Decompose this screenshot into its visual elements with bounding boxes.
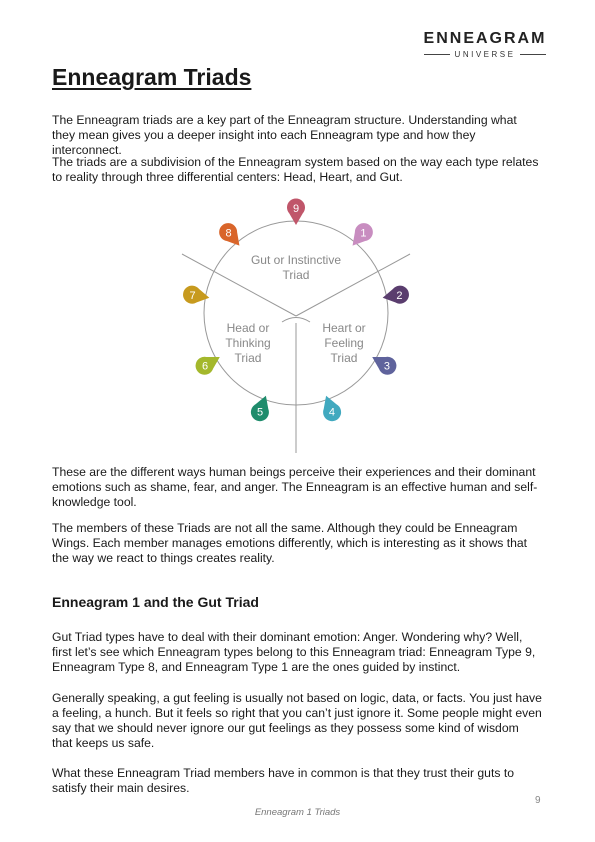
type-4-number: 4 (329, 407, 335, 419)
type-5-marker: 5 (250, 395, 269, 422)
type-4-marker: 4 (323, 395, 342, 422)
gut-triad-label-line-1: Gut or Instinctive (251, 253, 341, 267)
head-triad-label-line-3: Triad (235, 351, 262, 365)
section-paragraph-2: Generally speaking, a gut feeling is usu… (52, 691, 542, 750)
type-3-number: 3 (384, 361, 390, 373)
type-2-number: 2 (396, 290, 402, 302)
type-2-marker: 2 (382, 285, 409, 304)
head-triad-label-line-2: Thinking (225, 336, 270, 350)
type-1-marker: 1 (352, 223, 373, 246)
triads-diagram-svg: Gut or Instinctive Triad Head or Thinkin… (181, 198, 411, 453)
logo-rule-right (520, 54, 547, 55)
type-5-number: 5 (257, 407, 263, 419)
type-6-number: 6 (202, 361, 208, 373)
logo-wordmark: ENNEAGRAM (423, 30, 547, 47)
heart-triad-label-line-3: Triad (331, 351, 358, 365)
logo-rule-left (423, 54, 450, 55)
section-heading: Enneagram 1 and the Gut Triad (52, 594, 259, 610)
page-footer: Enneagram 1 Triads (254, 807, 341, 818)
type-9-number: 9 (293, 203, 299, 215)
heart-triad-label-line-1: Heart or (322, 321, 365, 335)
intro-paragraph-2: The triads are a subdivision of the Enne… (52, 155, 539, 184)
type-7-drop (183, 285, 210, 304)
page-number: 9 (535, 795, 541, 806)
type-8-number: 8 (225, 228, 231, 240)
brand-logo: ENNEAGRAM UNIVERSE (420, 30, 550, 59)
type-1-number: 1 (360, 228, 366, 240)
logo-subtitle: UNIVERSE (454, 50, 516, 59)
section-paragraph-1: Gut Triad types have to deal with their … (52, 630, 536, 674)
gut-triad-label-line-2: Triad (283, 268, 310, 282)
logo-subline: UNIVERSE (420, 50, 550, 59)
heart-triad-label-line-2: Feeling (324, 336, 363, 350)
page-title: Enneagram Triads (52, 64, 252, 90)
head-triad-label-line-1: Head or (227, 321, 270, 335)
section-paragraph-3: What these Enneagram Triad members have … (52, 766, 514, 795)
triads-diagram: Gut or Instinctive Triad Head or Thinkin… (160, 195, 430, 460)
intro-paragraph-1: The Enneagram triads are a key part of t… (52, 113, 517, 157)
type-7-number: 7 (190, 290, 196, 302)
body-paragraph-2: The members of these Triads are not all … (52, 521, 528, 565)
type-7-marker: 7 (183, 285, 210, 304)
body-paragraph-1: These are the different ways human being… (52, 465, 538, 509)
center-curve (281, 317, 311, 323)
type-8-marker: 8 (219, 223, 240, 246)
